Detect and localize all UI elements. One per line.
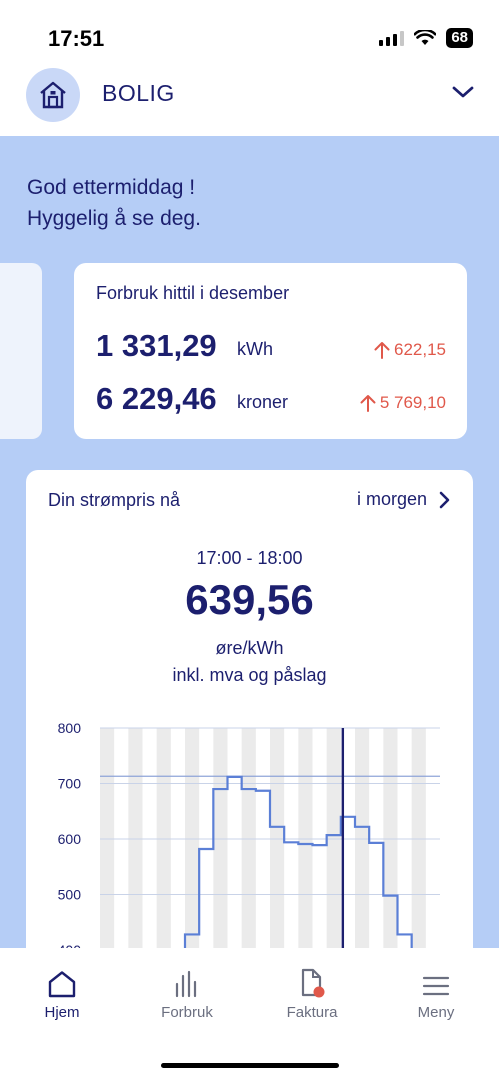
cost-delta: 5 769,10 bbox=[360, 393, 446, 413]
battery-icon: 68 bbox=[446, 28, 473, 48]
hour-stripe bbox=[298, 728, 313, 948]
price-unit: øre/kWh bbox=[215, 638, 284, 658]
tab-menu-label: Meny bbox=[417, 1004, 455, 1021]
usage-title: Forbruk hittil i desember bbox=[96, 283, 290, 303]
hour-stripe bbox=[241, 728, 256, 948]
tab-menu[interactable]: Meny bbox=[386, 968, 486, 1021]
tab-bar: Hjem Forbruk Faktura Meny bbox=[0, 948, 499, 1080]
tomorrow-label: i morgen bbox=[356, 489, 427, 509]
tab-invoice-label: Faktura bbox=[286, 1004, 338, 1021]
menu-icon bbox=[422, 976, 450, 996]
cellular-signal-icon bbox=[379, 30, 405, 46]
price-chart[interactable]: 800700600500400 bbox=[26, 710, 473, 948]
home-icon bbox=[48, 971, 76, 998]
hour-stripe bbox=[383, 728, 398, 948]
arrow-up-icon bbox=[360, 395, 376, 412]
status-time: 17:51 bbox=[48, 26, 105, 51]
chevron-down-icon[interactable] bbox=[451, 84, 475, 100]
y-tick-label: 700 bbox=[58, 776, 82, 792]
cost-row: 6 229,46 kroner 5 769,10 bbox=[96, 381, 446, 421]
greeting-line-2: Hyggelig å se deg. bbox=[27, 207, 201, 230]
y-tick-label: 600 bbox=[58, 831, 82, 847]
hour-stripe bbox=[270, 728, 285, 948]
tab-consumption-label: Forbruk bbox=[161, 1004, 213, 1021]
price-interval: 17:00 - 18:00 bbox=[196, 548, 303, 568]
bar-chart-icon bbox=[175, 970, 197, 998]
notification-dot bbox=[313, 986, 325, 998]
energy-unit: kWh bbox=[237, 339, 273, 359]
energy-row: 1 331,29 kWh 622,15 bbox=[96, 328, 446, 368]
property-avatar[interactable] bbox=[26, 68, 80, 122]
status-bar: 17:51 68 bbox=[0, 0, 499, 70]
hour-stripe bbox=[355, 728, 370, 948]
greeting-line-1: God ettermiddag ! bbox=[27, 176, 196, 199]
hour-stripe bbox=[411, 728, 426, 948]
home-indicator bbox=[161, 1063, 339, 1068]
invoice-icon bbox=[301, 968, 325, 998]
hour-stripe bbox=[100, 728, 115, 948]
tomorrow-button[interactable]: i morgen bbox=[357, 489, 451, 510]
hour-stripe bbox=[128, 728, 143, 948]
previous-card[interactable] bbox=[0, 263, 42, 439]
cost-value: 6 229,46 bbox=[96, 381, 217, 416]
hour-stripe bbox=[156, 728, 171, 948]
hour-stripe bbox=[213, 728, 228, 948]
price-card: Din strømpris nå i morgen 17:00 - 18:00 … bbox=[26, 470, 473, 948]
price-title: Din strømpris nå bbox=[48, 490, 181, 510]
y-tick-label: 800 bbox=[58, 720, 82, 736]
chevron-right-icon bbox=[439, 491, 450, 508]
tab-consumption[interactable]: Forbruk bbox=[137, 968, 237, 1021]
tab-home[interactable]: Hjem bbox=[12, 968, 112, 1021]
arrow-up-icon bbox=[374, 342, 390, 359]
dashboard: God ettermiddag ! Hyggelig å se deg. For… bbox=[0, 136, 499, 948]
wifi-icon bbox=[414, 30, 437, 45]
greeting: God ettermiddag ! Hyggelig å se deg. bbox=[27, 172, 201, 234]
y-tick-label: 500 bbox=[58, 887, 82, 903]
app-header: BOLIG bbox=[0, 64, 499, 136]
hour-stripe bbox=[185, 728, 200, 948]
tab-home-label: Hjem bbox=[44, 1004, 80, 1021]
cost-delta-value: 5 769,10 bbox=[379, 393, 446, 412]
property-title[interactable]: BOLIG bbox=[102, 80, 175, 107]
energy-value: 1 331,29 bbox=[96, 328, 217, 363]
energy-delta: 622,15 bbox=[374, 340, 446, 360]
hour-stripe bbox=[326, 728, 341, 948]
usage-card[interactable]: Forbruk hittil i desember 1 331,29 kWh 6… bbox=[74, 263, 467, 439]
status-icons: 68 bbox=[379, 28, 473, 48]
current-price: 639,56 bbox=[185, 576, 314, 623]
tab-invoice[interactable]: Faktura bbox=[262, 968, 362, 1021]
house-icon bbox=[40, 81, 66, 109]
price-note: inkl. mva og påslag bbox=[172, 665, 327, 685]
energy-delta-value: 622,15 bbox=[394, 340, 446, 359]
cost-unit: kroner bbox=[237, 392, 289, 412]
